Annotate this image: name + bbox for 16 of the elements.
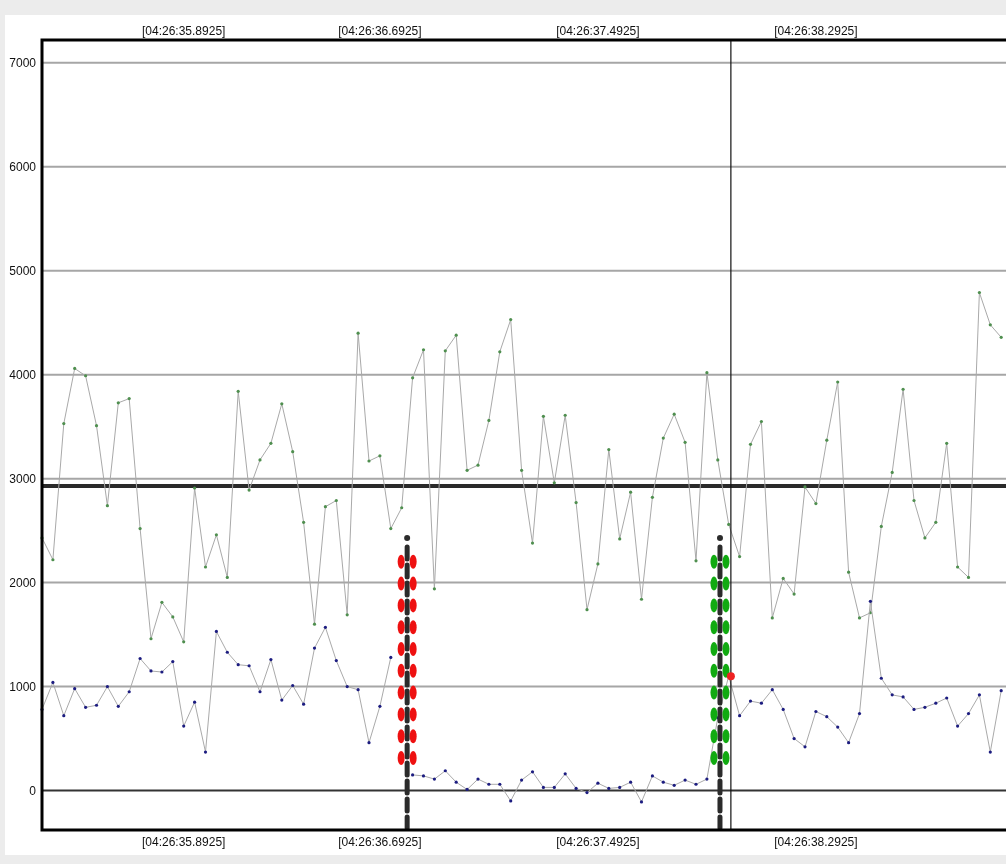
x-tick-label: [04:26:35.8925] xyxy=(142,24,226,38)
y-tick-label: 1000 xyxy=(9,679,36,694)
x-tick-label: [04:26:38.2925] xyxy=(774,835,858,849)
y-tick-label: 3000 xyxy=(9,471,36,486)
x-tick-label: [04:26:35.8925] xyxy=(142,835,226,849)
y-tick-label: 4000 xyxy=(9,367,36,382)
y-tick-label: 7000 xyxy=(9,55,36,70)
y-tick-label: 2000 xyxy=(9,575,36,590)
x-tick-label: [04:26:37.4925] xyxy=(556,24,640,38)
x-tick-label: [04:26:37.4925] xyxy=(556,835,640,849)
y-tick-label: 6000 xyxy=(9,159,36,174)
x-tick-label: [04:26:38.2925] xyxy=(774,24,858,38)
y-tick-label: 5000 xyxy=(9,263,36,278)
x-tick-label: [04:26:36.6925] xyxy=(338,24,422,38)
y-tick-label: 0 xyxy=(29,783,36,798)
x-tick-label: [04:26:36.6925] xyxy=(338,835,422,849)
